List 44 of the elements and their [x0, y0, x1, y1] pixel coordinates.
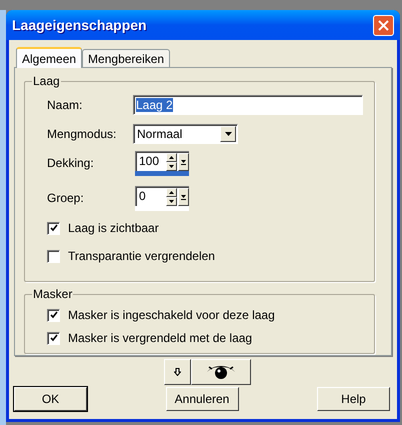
checkmark-icon: [50, 311, 58, 319]
close-icon: [378, 20, 389, 30]
down-arrow-icon: [181, 160, 186, 162]
up-arrow-icon: [169, 156, 174, 159]
arrow-toggle-button[interactable]: [164, 359, 191, 385]
up-arrow-icon: [169, 191, 174, 194]
spin-down-button[interactable]: [166, 197, 177, 206]
field-label: Mengmodus:: [47, 126, 118, 143]
dropdown-button[interactable]: [178, 188, 189, 206]
checkmark-icon: [50, 224, 58, 232]
spin-up-button[interactable]: [166, 188, 177, 197]
down-arrow-icon: [169, 165, 174, 168]
checkbox-label: Transparantie vergrendelen: [68, 248, 215, 265]
name-field[interactable]: Laag 2: [133, 95, 363, 115]
field-value: Laag 2: [136, 98, 173, 112]
down-arrow-icon: [224, 132, 232, 136]
spin-up-button[interactable]: [166, 153, 177, 162]
tab[interactable]: Mengbereiken: [82, 49, 170, 67]
dialog-button[interactable]: OK: [14, 387, 87, 411]
checkbox[interactable]: [47, 250, 60, 262]
close-button[interactable]: [373, 14, 394, 36]
checkbox-label: Masker is ingeschakeld voor deze laag: [68, 307, 275, 324]
field-label: Naam:: [47, 97, 84, 114]
checkbox-label: Masker is vergrendeld met de laag: [68, 330, 252, 347]
dialog-button[interactable]: Help: [317, 387, 390, 411]
checkbox[interactable]: [47, 308, 60, 322]
dropdown-value: Normaal: [137, 126, 182, 143]
field-label: Groep:: [47, 190, 85, 207]
dropdown-button[interactable]: [220, 126, 236, 142]
dialog-button[interactable]: Annuleren: [166, 387, 238, 411]
down-arrow-icon: [169, 200, 174, 203]
blend-mode-dropdown[interactable]: Normaal: [133, 124, 238, 144]
checkmark-icon: [50, 334, 58, 342]
checkbox[interactable]: [47, 332, 60, 344]
dropdown-button[interactable]: [178, 153, 189, 171]
down-arrow-icon: [181, 194, 186, 198]
field-label: Dekking:: [47, 155, 95, 172]
window-title: Laageigenschappen: [12, 16, 147, 35]
checkbox[interactable]: [47, 222, 60, 234]
checkbox-label: Laag is zichtbaar: [68, 220, 159, 237]
spin-down-button[interactable]: [166, 162, 177, 171]
down-arrow-icon: [174, 368, 181, 376]
tab[interactable]: Algemeen: [16, 47, 82, 68]
eye-toggle-button[interactable]: [191, 359, 251, 385]
